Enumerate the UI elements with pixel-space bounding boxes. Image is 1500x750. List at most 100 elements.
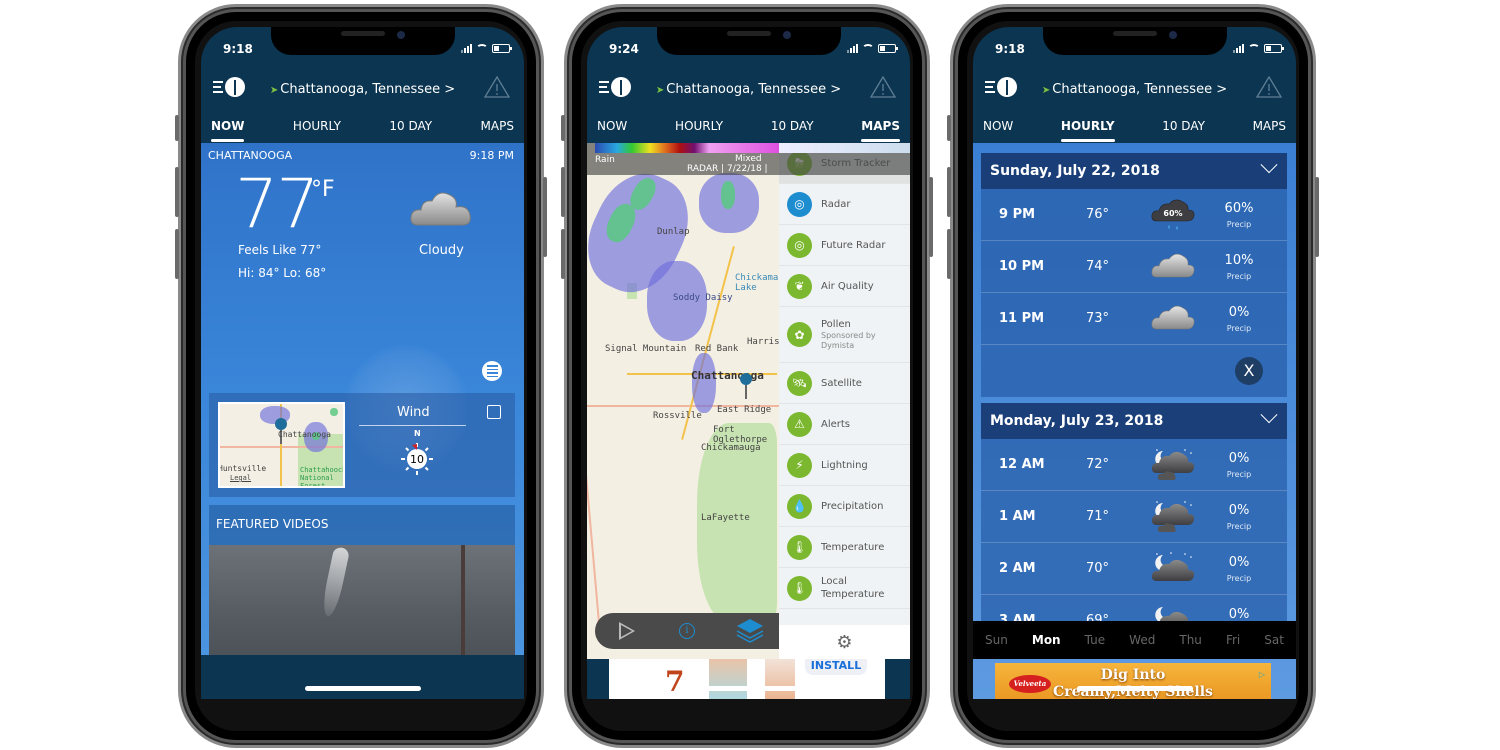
chevron-down-icon[interactable] [1260,156,1278,174]
weekday-thu[interactable]: Thu [1179,633,1202,647]
banner-ad[interactable]: Velveeta ▷ Dig Into Creamy,Melty Shells [995,663,1271,699]
tab-now[interactable]: NOW [211,115,245,145]
home-indicator[interactable] [691,686,807,691]
current-temperature: 77 [235,165,320,244]
tab-hourly[interactable]: HOURLY [1060,115,1115,145]
legend-mixed: Mixed [735,154,762,164]
satellite-icon: 🛰 [787,370,812,396]
layer-local-temperature[interactable]: 🌡 Local Temperature [779,568,910,609]
location-selector[interactable]: ➤ Chattanooga, Tennessee > [201,82,524,97]
home-indicator[interactable] [305,686,421,691]
weekday-sun[interactable]: Sun [985,633,1008,647]
tab-10-day[interactable]: 10 DAY [771,115,814,145]
app-header: ➤ Chattanooga, Tennessee > [587,71,910,109]
layer-satellite[interactable]: 🛰 Satellite [779,363,910,404]
cloud-icon [410,192,471,226]
weekday-fri[interactable]: Fri [1226,633,1240,647]
info-button[interactable]: i [679,623,695,639]
alert-triangle-icon[interactable] [484,76,510,98]
signal-icon [847,44,858,53]
home-indicator[interactable] [1077,686,1193,691]
signal-icon [461,44,472,53]
tab-now[interactable]: NOW [983,115,1013,145]
tab-hourly[interactable]: HOURLY [675,115,723,145]
tab-10-day[interactable]: 10 DAY [1162,115,1205,145]
layer-air-quality[interactable]: ❦ Air Quality [779,266,910,307]
hourly-row: 2 AM 70° 0% Precip [981,543,1287,595]
map-layers-panel: ⛈Storm Tracker ◎Radar ◎Future Radar ❦Air… [779,143,910,659]
close-button[interactable]: X [1235,357,1263,385]
layer-future-radar[interactable]: ◎ Future Radar [779,225,910,266]
mini-radar-map[interactable]: Chattanooga Huntsville Legal Chattahooch… [218,402,345,488]
lightning-icon: ⚡ [787,452,812,478]
tab-10-day[interactable]: 10 DAY [389,115,432,145]
tab-bar: NOW HOURLY 10 DAY MAPS [201,115,524,145]
layers-button[interactable] [735,617,765,645]
map-label-chattanooga: Chattanooga [691,369,764,382]
wind-compass-icon: 10 [401,443,433,475]
play-button[interactable] [619,622,635,640]
tab-maps[interactable]: MAPS [1253,115,1286,145]
tab-maps[interactable]: MAPS [481,115,514,145]
wifi-icon [1248,44,1260,53]
map-label-huntsville: Huntsville [218,464,267,473]
layer-lightning[interactable]: ⚡ Lightning [779,445,910,486]
maps-content: Dunlap Chickamauga Lake Soddy Daisy Sign… [587,143,910,699]
featured-video-thumbnail[interactable] [209,545,515,665]
wind-north-label: N [414,429,421,438]
day-date: Sunday, July 22, 2018 [990,163,1160,179]
rain-cloud-icon: 60% [1151,199,1195,230]
banner-ad[interactable]: 7 INSTALL [609,659,885,699]
layer-alerts[interactable]: ⚠ Alerts [779,404,910,445]
layer-precipitation[interactable]: 💧 Precipitation [779,486,910,527]
map-controls: i [595,613,779,649]
chevron-right-icon: > [1216,82,1228,97]
bottom-ad-area [201,655,524,699]
location-pin-icon [275,418,287,444]
location-selector[interactable]: ➤ Chattanooga, Tennessee > [973,82,1296,97]
day-header[interactable]: Monday, July 23, 2018 [981,403,1287,439]
map-label-city: Chattanooga [278,430,331,439]
hourly-row: 12 AM 72° 0% Precip [981,439,1287,491]
pollen-icon: ✿ [787,322,812,347]
chevron-down-icon[interactable] [1260,406,1278,424]
thermometer-icon: 🌡 [787,534,812,560]
weekday-tue[interactable]: Tue [1085,633,1106,647]
map-label-harrison: Harrison [747,337,779,347]
status-bar: 9:18 [973,39,1296,59]
ad-choices-icon[interactable]: ▷ [1257,666,1267,679]
list-view-button[interactable] [482,361,502,381]
alert-triangle-icon[interactable] [1256,76,1282,98]
radar-map[interactable]: Dunlap Chickamauga Lake Soddy Daisy Sign… [587,143,779,659]
night-partly-cloudy-icon [1155,607,1189,621]
location-arrow-icon: ➤ [1041,85,1051,96]
weekday-sat[interactable]: Sat [1264,633,1284,647]
gear-icon[interactable]: ⚙ [836,632,852,653]
layer-temperature[interactable]: 🌡 Temperature [779,527,910,568]
weekday-wed[interactable]: Wed [1129,633,1155,647]
radar-caption: RADAR | 7/22/18 | [687,164,768,174]
radar-icon: ◎ [787,191,812,217]
tab-now[interactable]: NOW [597,115,627,145]
alert-triangle-icon[interactable] [870,76,896,98]
hourly-row: 11 PM 73° 0% Precip [981,293,1287,345]
tab-bar: NOW HOURLY 10 DAY MAPS [587,115,910,145]
map-label-red-bank: Red Bank [695,344,739,354]
map-label-chickamauga-lake: Chickamauga Lake [735,273,779,293]
map-legal-link[interactable]: Legal [230,474,251,482]
layer-radar[interactable]: ◎ Radar [779,184,910,225]
day-header[interactable]: Sunday, July 22, 2018 [981,153,1287,189]
chevron-right-icon: > [444,82,456,97]
tab-hourly[interactable]: HOURLY [293,115,341,145]
ad-install-button[interactable]: INSTALL [805,659,867,675]
weekday-mon[interactable]: Mon [1032,633,1061,647]
screen: 9:18 ➤ Chattanooga, Tennessee > NOW HOURL… [973,27,1296,699]
radar-legend: Rain Mixed RADAR | 7/22/18 | [587,143,910,175]
day-card-sunday: Sunday, July 22, 2018 9 PM 76° 60% 60% P… [981,153,1287,397]
tab-maps[interactable]: MAPS [861,115,900,145]
edit-icon[interactable] [487,405,501,419]
layer-pollen[interactable]: ✿ Pollen Sponsored by Dymista [779,307,910,363]
location-selector[interactable]: ➤ Chattanooga, Tennessee > [587,82,910,97]
day-date: Monday, July 23, 2018 [990,413,1164,429]
hourly-row: 1 AM 71° 0% Precip [981,491,1287,543]
